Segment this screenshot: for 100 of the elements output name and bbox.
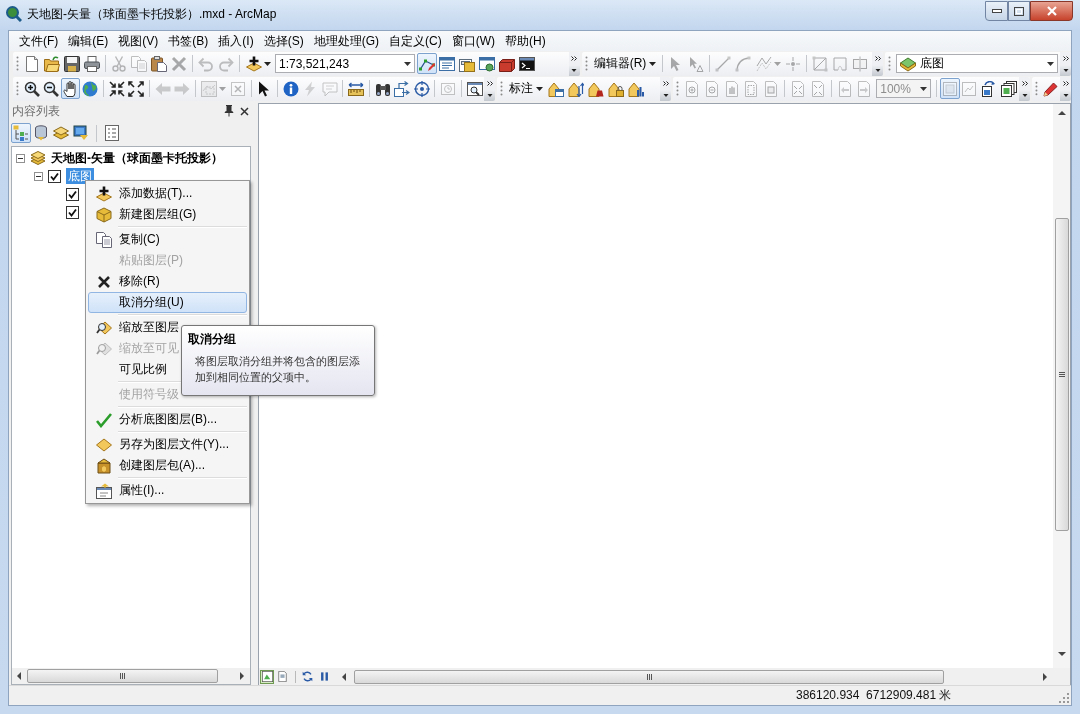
editor-toolbar-button[interactable]: [417, 53, 437, 74]
grip-handle[interactable]: [584, 56, 588, 71]
vertical-scrollbar[interactable]: [1053, 104, 1070, 668]
menu-item[interactable]: 插入(I): [213, 32, 259, 50]
layer-diamond-icon: [900, 55, 916, 72]
close-icon[interactable]: [240, 106, 249, 116]
checkbox[interactable]: [66, 187, 79, 201]
menu-item[interactable]: 窗口(W): [446, 32, 500, 50]
data-driven-pages-button[interactable]: [999, 78, 1019, 99]
menu-item[interactable]: 分析底图图层(B)...: [88, 409, 247, 430]
arrows-outward-icon: [128, 80, 145, 97]
menu-item[interactable]: 文件(F): [14, 32, 64, 50]
coordinates-readout: 386120.934 6712909.481 米: [796, 687, 952, 704]
grip-handle[interactable]: [16, 81, 19, 96]
minimize-button[interactable]: [985, 1, 1008, 21]
grip-handle[interactable]: [1035, 81, 1038, 96]
size-grip-icon[interactable]: [1059, 693, 1069, 703]
toolbar-options-button[interactable]: [872, 51, 883, 76]
tag-bars-icon: [628, 80, 644, 97]
toolbar-options-button[interactable]: [660, 76, 671, 101]
scrollbar-thumb[interactable]: [27, 669, 218, 683]
fixed-zoom-in-button[interactable]: [106, 78, 127, 99]
menu-item[interactable]: 帮助(H): [500, 32, 551, 50]
options-button[interactable]: [102, 123, 122, 143]
menu-item[interactable]: 书签(B): [163, 32, 214, 50]
grip-handle[interactable]: [676, 81, 679, 96]
diamond-magnifier-icon: [96, 340, 112, 357]
menu-item[interactable]: 复制(C): [88, 229, 247, 250]
menu-item[interactable]: 添加数据(T)...: [88, 183, 247, 204]
vertex-square-icon: [812, 55, 829, 72]
maximize-button[interactable]: [1008, 1, 1030, 21]
editor-menu-button[interactable]: 编辑器(R): [590, 53, 660, 74]
menu-item[interactable]: 创建图层包(A)...: [88, 455, 247, 476]
menu-item[interactable]: 新建图层组(G): [88, 204, 247, 225]
split-rectangle-icon: [852, 55, 869, 72]
scrollbar-thumb[interactable]: [1054, 218, 1069, 531]
scroll-left-icon[interactable]: [342, 672, 346, 681]
toolbar-options-button[interactable]: [1019, 76, 1030, 101]
open-button[interactable]: [42, 53, 62, 74]
menu-item[interactable]: 选择(S): [258, 32, 309, 50]
layer-dropdown[interactable]: 底图: [896, 54, 1058, 73]
minus-box-icon[interactable]: [16, 153, 25, 163]
options-list-icon: [104, 125, 120, 141]
map-scale-box[interactable]: 1:73,521,243: [275, 54, 415, 73]
checkbox[interactable]: [48, 169, 61, 183]
toolbar-options-button[interactable]: [1060, 51, 1071, 76]
menu-item[interactable]: 移除(R): [88, 271, 247, 292]
save-button[interactable]: [62, 53, 82, 74]
caret-icon: [263, 61, 271, 66]
layout-swap-icon: [981, 80, 998, 97]
frame-icon: [941, 80, 958, 97]
layers-icon: [30, 150, 46, 166]
scroll-right-icon[interactable]: [1043, 672, 1047, 681]
toolbar-options-button[interactable]: [568, 51, 580, 76]
grip-handle[interactable]: [16, 56, 19, 71]
paste-button[interactable]: [149, 53, 169, 74]
grip-handle[interactable]: [500, 81, 503, 96]
pin-icon[interactable]: [224, 105, 234, 117]
horizontal-scrollbar[interactable]: [11, 668, 251, 685]
minus-box-icon[interactable]: [34, 171, 43, 181]
pause-icon[interactable]: [319, 671, 330, 682]
scroll-left-icon[interactable]: [17, 672, 21, 680]
checkbox[interactable]: [66, 205, 79, 219]
menu-item[interactable]: 属性(I)...: [88, 480, 247, 501]
labeling-menu-button[interactable]: 标注: [506, 78, 546, 99]
scroll-up-icon[interactable]: [1057, 111, 1066, 115]
selection-layer-icon: [73, 125, 89, 141]
scroll-right-icon[interactable]: [240, 672, 244, 680]
menu-item[interactable]: 自定义(C): [384, 32, 447, 50]
drawing-order-button[interactable]: [11, 123, 31, 143]
menu-item[interactable]: 另存为图层文件(Y)...: [88, 434, 247, 455]
menu-item[interactable]: 取消分组(U): [88, 292, 247, 313]
menu-item[interactable]: 编辑(E): [63, 32, 114, 50]
fixed-zoom-out-button[interactable]: [126, 78, 146, 99]
target-icon: [413, 80, 430, 97]
reshape-icon: [832, 55, 849, 72]
grip-handle[interactable]: [888, 56, 891, 71]
chevron-icon: [486, 80, 493, 97]
toolbar-options-button[interactable]: [1060, 76, 1071, 101]
pencil-icon: [1042, 80, 1059, 97]
refresh-icon[interactable]: [302, 671, 313, 682]
scroll-down-icon[interactable]: [1057, 652, 1066, 656]
find-route-button[interactable]: [392, 78, 412, 99]
window-list-icon: [439, 55, 455, 72]
menu-item[interactable]: 地理处理(G): [308, 32, 384, 50]
line-segment-icon: [715, 55, 732, 72]
menu-item[interactable]: 视图(V): [113, 32, 164, 50]
chevron-icon: [1062, 55, 1069, 72]
go-to-xy-button[interactable]: [411, 78, 432, 99]
print-button[interactable]: [82, 53, 102, 74]
clipboard-icon: [151, 55, 167, 72]
layout-view-button[interactable]: [275, 669, 289, 684]
pan-button[interactable]: [60, 78, 81, 99]
scrollbar-thumb[interactable]: [354, 669, 944, 684]
data-frame-name[interactable]: 天地图-矢量（球面墨卡托投影）: [49, 150, 225, 166]
close-button[interactable]: [1030, 1, 1073, 21]
chevron-icon: [1021, 80, 1028, 97]
clear-square-icon: [229, 80, 246, 97]
data-view-button[interactable]: [260, 669, 274, 684]
toolbar-options-button[interactable]: [484, 76, 496, 101]
